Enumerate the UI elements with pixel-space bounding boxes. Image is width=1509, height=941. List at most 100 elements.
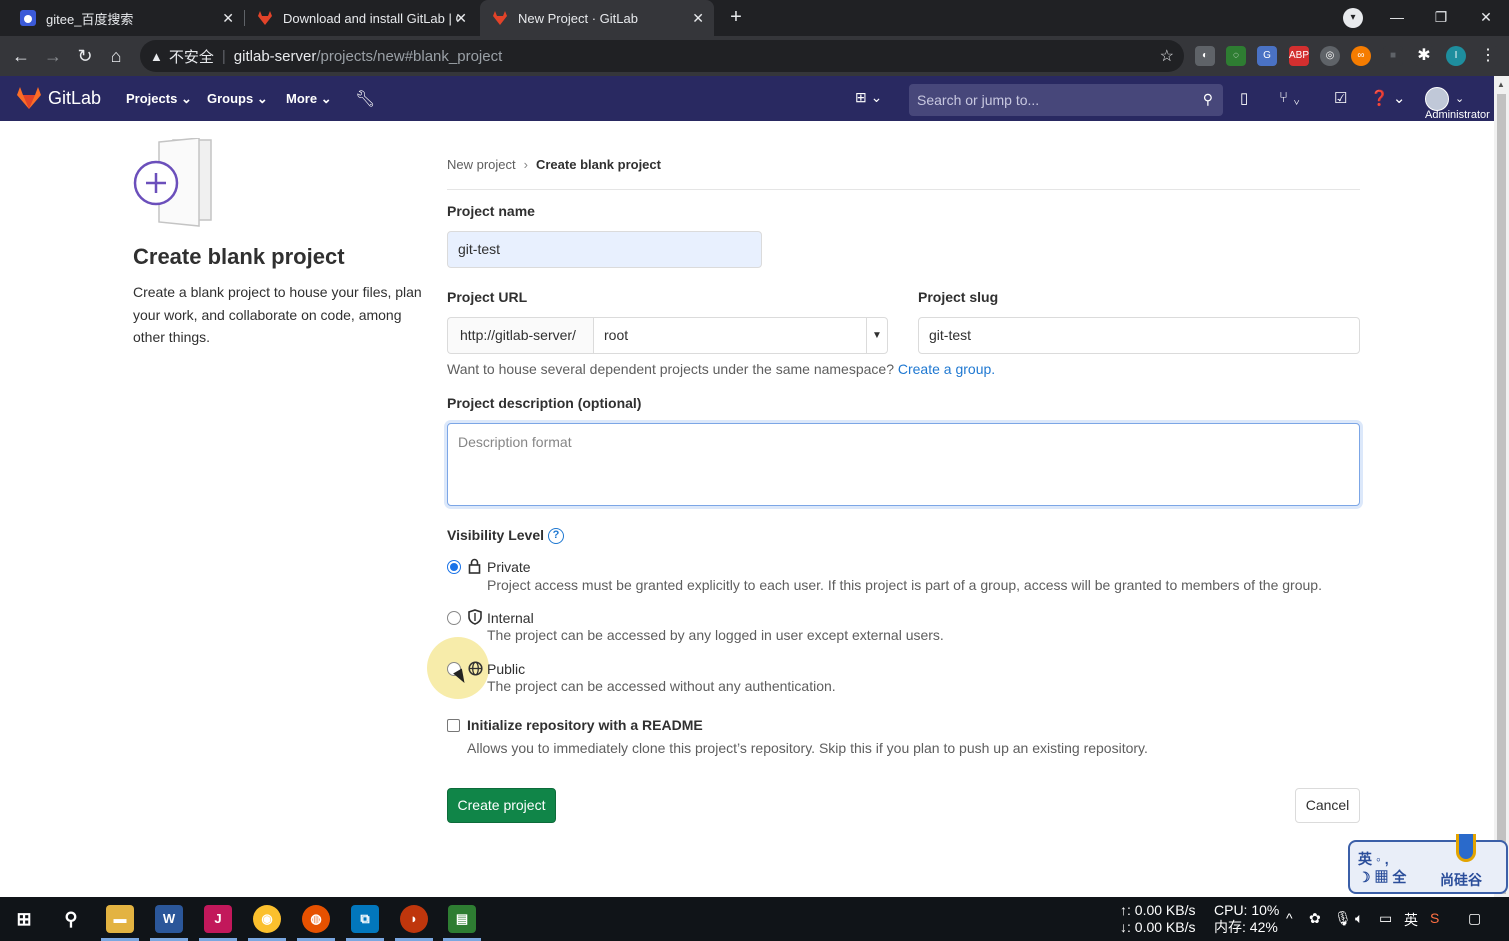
adblock-icon[interactable]: ABP [1289,46,1309,66]
readme-label[interactable]: Initialize repository with a README [467,717,703,733]
visibility-internal-desc: The project can be accessed by any logge… [487,627,944,643]
caret-down-icon[interactable]: ▼ [866,318,887,353]
breadcrumb-new-project[interactable]: New project [447,157,516,172]
scrollbar-thumb[interactable] [1497,94,1506,894]
bookmark-star-icon[interactable]: ☆ [1160,46,1174,66]
new-item-dropdown-icon[interactable]: ⊞ ⌄ [855,89,882,106]
restore-icon[interactable]: ❐ [1418,0,1464,36]
intellij-icon[interactable]: J [204,905,232,933]
remote-desktop-icon[interactable]: ⧉ [351,905,379,933]
create-project-button[interactable]: Create project [447,788,556,823]
gitlab-header: GitLab Projects ⌄ Groups ⌄ More ⌄ 🔧︎ ⊞ ⌄… [0,76,1494,121]
gitlab-brand[interactable]: GitLab [48,88,101,109]
tab-search-icon[interactable]: ▾ [1343,8,1363,28]
warning-icon: ▲ [150,48,163,64]
help-icon[interactable]: ❓ ⌄ [1370,89,1405,107]
issues-icon[interactable]: ▯ [1240,89,1248,107]
xshell-icon[interactable]: ◗ [400,905,428,933]
minimize-icon[interactable]: — [1374,0,1420,36]
browser-menu-icon[interactable]: ⋮ [1478,46,1498,66]
blank-project-illustration [133,138,212,227]
breadcrumb: New project › Create blank project [447,157,661,172]
firefox-icon[interactable]: ◍ [302,905,330,933]
tray-app-icon[interactable]: ✿ [1309,910,1321,927]
gitlab-logo-icon[interactable] [16,86,42,110]
lock-extension-icon[interactable]: ■ [1383,46,1403,66]
extension-icon[interactable]: ◌ [1226,46,1246,66]
ime-status-top: 英 ◦ , [1358,851,1389,867]
description-label: Project description (optional) [447,395,642,411]
taskbar-search-icon[interactable]: ⚲ [57,905,85,933]
notification-icon[interactable]: ▢ [1468,910,1481,927]
admin-wrench-icon[interactable]: 🔧︎ [355,89,375,109]
close-tab-icon[interactable]: ✕ [222,10,234,27]
todos-icon[interactable]: ☑ [1334,89,1347,107]
tray-expand-icon[interactable]: ^ [1286,910,1293,926]
create-group-link[interactable]: Create a group. [898,361,995,377]
translate-icon[interactable]: G [1257,46,1277,66]
input-language[interactable]: 英 [1404,910,1418,930]
window-close-icon[interactable]: ✕ [1463,0,1509,36]
extension-icon[interactable]: ◎ [1320,46,1340,66]
page-scrollbar[interactable]: ▲ [1494,76,1509,897]
tab-title: Download and install GitLab | G [283,10,458,26]
user-label: Administrator [1425,109,1490,121]
description-textarea[interactable] [447,423,1360,506]
readme-checkbox[interactable] [447,719,460,732]
project-name-input[interactable]: git-test [447,231,762,268]
windows-start-icon[interactable]: ⊞ [10,905,38,933]
ime-brand: 尚硅谷 [1440,872,1482,888]
ime-status-bottom: ☽ ▦ 全 [1358,869,1407,885]
merge-requests-icon[interactable]: ⑂ ⌄ [1279,89,1301,106]
network-icon[interactable]: ▭ [1379,910,1392,927]
xftp-icon[interactable]: ▤ [448,905,476,933]
profile-avatar-icon[interactable]: I [1446,46,1466,66]
chevron-down-icon: ⌄ [320,91,332,106]
nav-more[interactable]: More ⌄ [286,91,332,107]
reload-icon[interactable]: ↻ [73,44,97,68]
tab-new-project[interactable]: New Project · GitLab ✕ [480,0,714,36]
microphone-icon[interactable]: 🎙︎ [1334,910,1352,927]
visibility-private-radio[interactable] [447,560,461,574]
tab-gitlab-install[interactable]: Download and install GitLab | G ✕ [245,0,477,36]
project-slug-label: Project slug [918,289,999,305]
close-tab-icon[interactable]: ✕ [692,10,704,27]
cancel-button[interactable]: Cancel [1295,788,1360,823]
puzzle-icon[interactable]: ✱ [1414,46,1434,66]
help-icon[interactable]: ? [548,528,565,545]
forward-icon[interactable]: → [41,44,65,68]
search-input[interactable] [909,84,1189,116]
visibility-internal-radio[interactable] [447,611,461,625]
scroll-up-icon[interactable]: ▲ [1497,80,1505,89]
search-icon: ⚲ [1202,91,1213,107]
avatar[interactable] [1425,87,1449,111]
tab-title: New Project · GitLab [518,10,638,26]
back-icon[interactable]: ← [9,44,33,68]
ime-toolbar[interactable]: 英 ◦ , ☽ ▦ 全 尚硅谷 [1348,834,1508,894]
tab-title: gitee_百度搜索 [46,11,134,27]
browser-toolbar: ← → ↻ ⌂ ▲ 不安全 | gitlab-server /projects/… [0,36,1509,76]
nav-groups[interactable]: Groups ⌄ [207,91,268,107]
extension-icon[interactable]: ◐ [1195,46,1215,66]
chevron-down-icon[interactable]: ⌄ [1455,92,1464,105]
visibility-heading: Visibility Level? [447,527,565,545]
volume-icon[interactable]: 🔈︎ [1355,910,1363,927]
close-tab-icon[interactable]: ✕ [455,10,467,27]
address-separator: | [221,47,226,65]
tab-gitee-search[interactable]: gitee_百度搜索 ✕ [8,0,244,36]
new-tab-button[interactable]: + [724,6,748,30]
nav-projects[interactable]: Projects ⌄ [126,91,192,107]
ime-tray-icon[interactable]: S [1430,910,1439,926]
home-icon[interactable]: ⌂ [104,44,128,68]
word-icon[interactable]: W [155,905,183,933]
chrome-icon[interactable]: ◉ [253,905,281,933]
file-explorer-icon[interactable]: ▬ [106,905,134,933]
namespace-hint-text: Want to house several dependent projects… [447,361,894,377]
chevron-right-icon: › [523,157,528,172]
namespace-select[interactable]: root ▼ [593,317,888,354]
extension-icon[interactable]: ∞ [1351,46,1371,66]
address-bar[interactable]: ▲ 不安全 | gitlab-server /projects/new#blan… [140,40,1184,72]
project-url-label: Project URL [447,289,528,305]
project-slug-input[interactable]: git-test [918,317,1360,354]
gitlab-icon [493,11,507,25]
